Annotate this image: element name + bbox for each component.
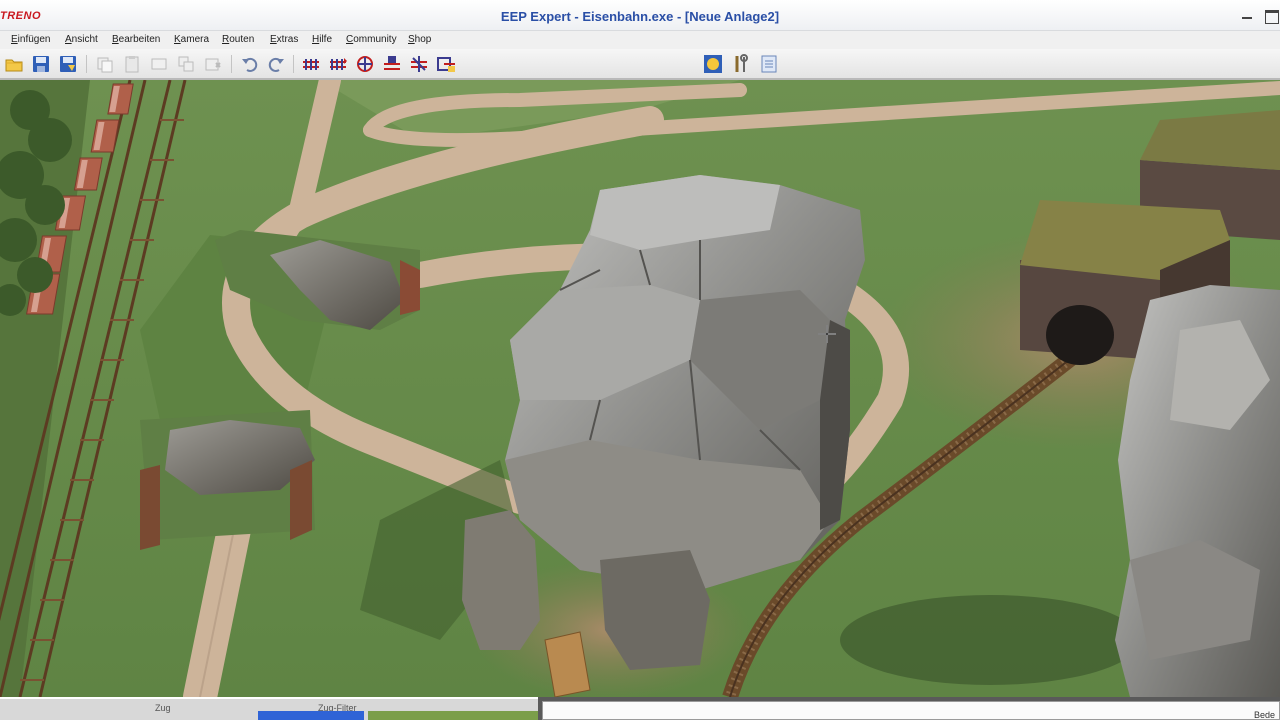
open-icon[interactable]	[4, 54, 24, 74]
train-list-panel: Zug Zug-Filter	[0, 697, 538, 720]
title-bar: TRENO EEP Expert - Eisenbahn.exe - [Neue…	[0, 0, 1280, 31]
copy-icon[interactable]	[95, 54, 115, 74]
track-3-icon[interactable]	[355, 54, 375, 74]
tab-zug[interactable]: Zug	[155, 703, 171, 713]
track-4-icon[interactable]	[382, 54, 402, 74]
track-2-icon[interactable]	[328, 54, 348, 74]
bottom-panel: Zug Zug-Filter Bede	[0, 697, 1280, 720]
menu-ansicht[interactable]: Ansicht	[65, 34, 98, 45]
paste-icon[interactable]	[122, 54, 142, 74]
toolbar-separator	[86, 55, 87, 73]
menu-community[interactable]: Community	[346, 34, 397, 45]
undo-icon[interactable]	[240, 54, 260, 74]
properties-icon[interactable]	[759, 54, 779, 74]
save-icon[interactable]	[31, 54, 51, 74]
toolbar	[0, 49, 1280, 124]
track-5-icon[interactable]	[409, 54, 429, 74]
eep-window: TRENO EEP Expert - Eisenbahn.exe - [Neue…	[0, 0, 1280, 720]
minimize-button[interactable]	[1238, 8, 1258, 22]
delete-icon[interactable]	[203, 54, 223, 74]
track-6-icon[interactable]	[436, 54, 456, 74]
menu-hilfe[interactable]: Hilfe	[312, 34, 332, 45]
toolbar-separator	[231, 55, 232, 73]
menu-einfuegen[interactable]: Einfügen	[11, 34, 50, 45]
status-panel: Bede	[542, 701, 1280, 720]
maximize-button[interactable]	[1262, 8, 1280, 24]
sun-icon[interactable]	[703, 54, 723, 74]
duplicate-icon[interactable]	[176, 54, 196, 74]
status-text: Bede	[1253, 710, 1275, 720]
toolbar-separator	[293, 55, 294, 73]
menu-bar: Einfügen Ansicht Bearbeiten Kamera Route…	[0, 31, 1280, 49]
menu-bearbeiten[interactable]: Bearbeiten	[112, 34, 160, 45]
menu-kamera[interactable]: Kamera	[174, 34, 209, 45]
window-title: EEP Expert - Eisenbahn.exe - [Neue Anlag…	[500, 9, 780, 24]
3d-viewport[interactable]	[0, 80, 1280, 697]
menu-extras[interactable]: Extras	[270, 34, 298, 45]
preview-strip	[368, 711, 538, 720]
menu-shop[interactable]: Shop	[408, 34, 431, 45]
track-1-icon[interactable]	[301, 54, 321, 74]
tools-icon[interactable]	[731, 54, 751, 74]
menu-routen[interactable]: Routen	[222, 34, 254, 45]
save-as-icon[interactable]	[58, 54, 78, 74]
cut-icon[interactable]	[149, 54, 169, 74]
selection-bar	[258, 711, 364, 720]
redo-icon[interactable]	[266, 54, 286, 74]
